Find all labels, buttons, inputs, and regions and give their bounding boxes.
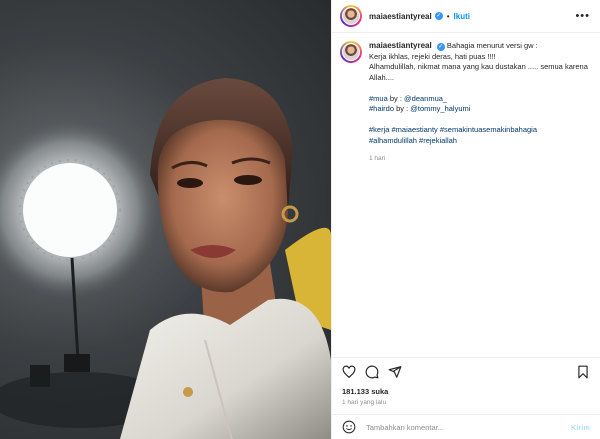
- caption-line-3: Alhamdulillah, nikmat mana yang kau dust…: [369, 62, 588, 82]
- caption-username-link[interactable]: maiaestiantyreal: [369, 41, 432, 50]
- separator-dot: •: [446, 11, 450, 21]
- post-timestamp[interactable]: 1 hari yang lalu: [342, 399, 386, 406]
- more-options-icon[interactable]: •••: [575, 10, 590, 22]
- instagram-post: maiaestiantyreal ✓ • Ikuti ••• maiaestia…: [0, 0, 600, 439]
- share-icon[interactable]: [388, 365, 402, 379]
- hashtag-mua[interactable]: #mua: [369, 94, 388, 103]
- follow-button[interactable]: Ikuti: [454, 12, 470, 21]
- caption-line-1: Bahagia menurut versi gw :: [446, 41, 538, 50]
- by-label: by :: [387, 93, 405, 103]
- emoji-icon[interactable]: [342, 420, 356, 434]
- comment-icon[interactable]: [365, 365, 379, 379]
- mention-tommy[interactable]: @tommy_halyumi: [410, 104, 470, 113]
- heart-icon[interactable]: [342, 365, 356, 379]
- like-count[interactable]: 181.133 suka: [342, 387, 388, 396]
- bookmark-icon[interactable]: [576, 365, 590, 379]
- caption-line-2: Kerja ikhlas, rejeki deras, hati puas !!…: [369, 51, 496, 61]
- comment-box: Kirim: [332, 414, 600, 439]
- verified-badge-icon: ✓: [434, 12, 443, 20]
- comment-input[interactable]: [366, 422, 556, 432]
- post-side-panel: maiaestiantyreal ✓ • Ikuti ••• maiaestia…: [331, 0, 600, 439]
- username-link[interactable]: maiaestiantyreal: [369, 12, 432, 21]
- caption-time: 1 hari: [369, 155, 386, 162]
- by-label: by :: [394, 104, 411, 113]
- mua-credit: #mua by : @deanmua_: [369, 94, 590, 105]
- caption-avatar[interactable]: [340, 41, 362, 63]
- verified-badge-icon: ✓: [436, 43, 445, 51]
- action-bar: [332, 357, 600, 386]
- post-photo[interactable]: [0, 0, 331, 439]
- avatar[interactable]: [340, 5, 362, 27]
- post-header: maiaestiantyreal ✓ • Ikuti •••: [332, 0, 600, 33]
- hashtag-hairdo[interactable]: #hairdo: [369, 104, 394, 113]
- mention-deanmua[interactable]: @deanmua_: [404, 94, 447, 103]
- portrait-image: [0, 78, 331, 439]
- send-comment-button[interactable]: Kirim: [571, 423, 590, 432]
- hashtags-line-2[interactable]: #alhamdulillah #rejekiallah: [369, 136, 590, 147]
- hashtags-line-1[interactable]: #kerja #maiaestianty #semakintuasemakinb…: [369, 125, 590, 136]
- hairdo-credit: #hairdo by : @tommy_halyumi: [369, 104, 590, 115]
